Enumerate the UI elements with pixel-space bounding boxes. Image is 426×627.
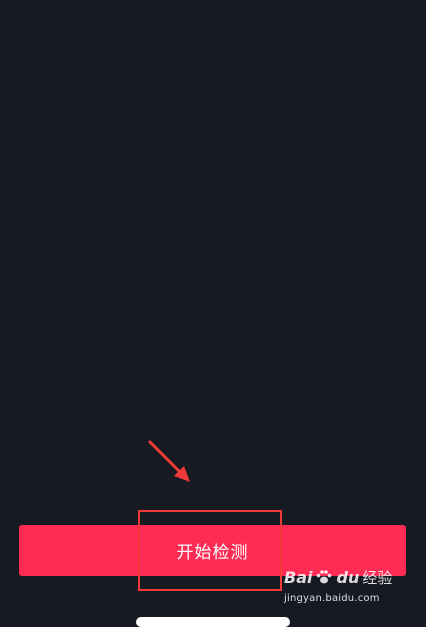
screen: 开始检测 Bai du 经验 jingyan.baidu.com <box>0 0 426 627</box>
watermark-url: jingyan.baidu.com <box>284 593 380 604</box>
background-panel <box>236 40 348 258</box>
arrow-down-right-icon <box>148 440 190 482</box>
home-indicator[interactable] <box>136 617 290 627</box>
start-detection-label: 开始检测 <box>176 543 249 563</box>
start-detection-button[interactable]: 开始检测 <box>19 525 406 576</box>
